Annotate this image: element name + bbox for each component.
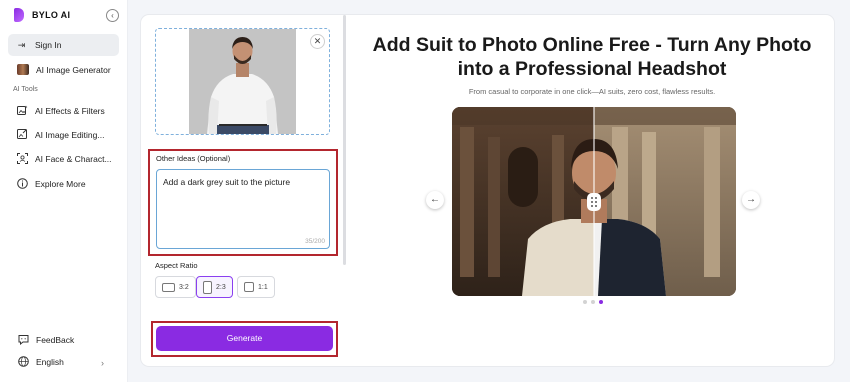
page-title: Add Suit to Photo Online Free - Turn Any…: [372, 34, 812, 80]
comparison-image: [452, 107, 736, 296]
sidebar-item-label: AI Face & Charact...: [35, 153, 112, 164]
chevron-right-icon: ›: [101, 358, 104, 368]
aspect-ratio-label: Aspect Ratio: [155, 261, 198, 270]
sidebar-item-ai-image-editing[interactable]: AI Image Editing...: [17, 129, 104, 140]
section-label-ai-tools: AI Tools: [13, 86, 38, 93]
uploaded-photo: [189, 29, 296, 134]
ratio-option-2-3[interactable]: 2:3: [196, 276, 233, 298]
other-ideas-value: Add a dark grey suit to the picture: [163, 177, 291, 187]
sign-in-button[interactable]: ⇥ Sign In: [8, 34, 119, 56]
ratio-option-3-2[interactable]: 3:2: [155, 276, 196, 298]
feedback-label: FeedBack: [36, 334, 75, 345]
ratio-label: 3:2: [179, 283, 189, 291]
brand-logo[interactable]: BYLO AI: [14, 8, 70, 22]
carousel-next-arrow-icon[interactable]: →: [742, 191, 760, 209]
carousel-dots: [583, 300, 603, 304]
carousel-dot-3[interactable]: [599, 300, 603, 304]
ideas-highlight-frame: Other Ideas (Optional) Add a dark grey s…: [148, 149, 338, 256]
sparkle-image-icon: [17, 105, 28, 116]
brand-name: BYLO AI: [32, 10, 71, 20]
info-circle-icon: [17, 178, 28, 189]
sidebar-item-ai-effects-filters[interactable]: AI Effects & Filters: [17, 105, 105, 116]
sidebar-item-ai-image-generator[interactable]: AI Image Generator: [17, 64, 111, 75]
other-ideas-label: Other Ideas (Optional): [156, 154, 231, 163]
ratio-label: 2:3: [216, 283, 226, 291]
other-ideas-textarea[interactable]: Add a dark grey suit to the picture 35/2…: [156, 169, 330, 249]
main-card: ✕ Other Ideas (Optional) Add a dark grey…: [141, 15, 834, 366]
upload-dropzone[interactable]: ✕: [155, 28, 330, 135]
language-selector[interactable]: English: [18, 356, 64, 367]
square-ratio-icon: [244, 282, 254, 292]
sidebar-item-label: AI Image Editing...: [35, 129, 105, 140]
image-thumbnail-icon: [17, 64, 29, 75]
edit-image-icon: [17, 129, 28, 140]
globe-icon: [18, 356, 29, 367]
panel-scrollbar[interactable]: [343, 15, 346, 265]
remove-photo-close-icon[interactable]: ✕: [310, 34, 325, 49]
collapse-sidebar-icon[interactable]: ‹: [106, 9, 119, 22]
generate-highlight-frame: Generate: [151, 321, 338, 357]
character-count: 35/200: [305, 238, 325, 245]
landscape-ratio-icon: [162, 282, 175, 292]
sidebar-item-label: AI Image Generator: [36, 64, 111, 75]
sidebar-item-ai-face-character[interactable]: AI Face & Charact...: [17, 153, 112, 164]
feedback-button[interactable]: FeedBack: [18, 334, 74, 345]
sign-in-icon: ⇥: [17, 39, 26, 50]
face-scan-icon: [17, 153, 28, 164]
language-label: English: [36, 356, 64, 367]
generate-button[interactable]: Generate: [156, 326, 333, 351]
ratio-label: 1:1: [258, 283, 268, 291]
bylo-logo-icon: [14, 8, 24, 22]
sidebar: BYLO AI ‹ ⇥ Sign In AI Image Generator A…: [0, 0, 128, 382]
before-after-comparison[interactable]: [452, 107, 736, 296]
feedback-icon: [18, 334, 29, 345]
settings-panel: ✕ Other Ideas (Optional) Add a dark grey…: [141, 15, 345, 366]
portrait-ratio-icon: [203, 280, 212, 294]
sidebar-item-explore-more[interactable]: Explore More: [17, 178, 86, 189]
carousel-dot-1[interactable]: [583, 300, 587, 304]
carousel-dot-2[interactable]: [591, 300, 595, 304]
carousel-prev-arrow-icon[interactable]: ←: [426, 191, 444, 209]
sign-in-label: Sign In: [35, 40, 62, 50]
page-subtitle: From casual to corporate in one click—AI…: [468, 87, 716, 96]
sidebar-item-label: AI Effects & Filters: [35, 105, 105, 116]
ratio-option-1-1[interactable]: 1:1: [237, 276, 275, 298]
sidebar-item-label: Explore More: [35, 178, 86, 189]
